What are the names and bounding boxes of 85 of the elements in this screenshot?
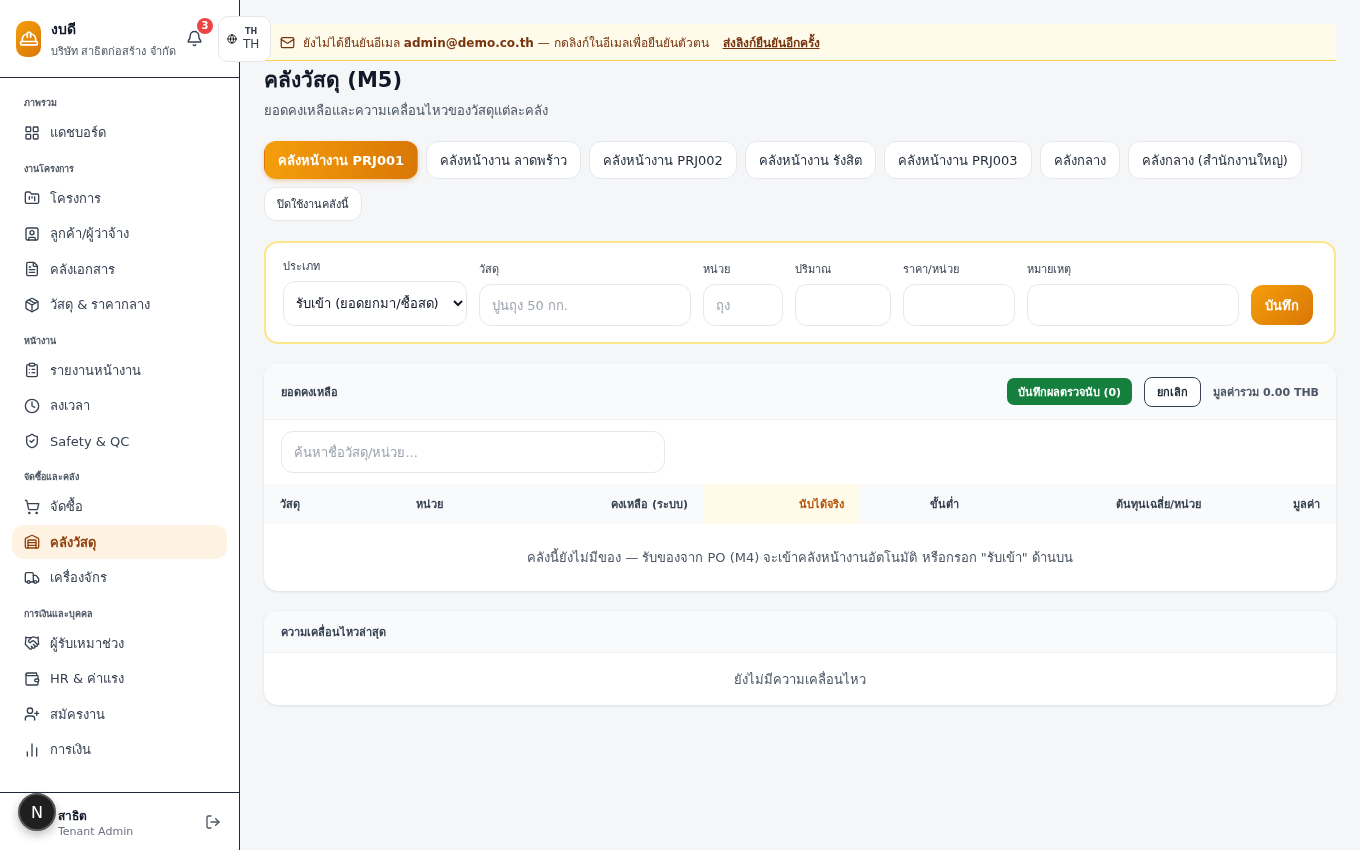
type-select[interactable]: รับเข้า (ยอดยกมา/ซื้อสด)	[283, 281, 467, 326]
clock-icon	[24, 397, 40, 414]
nav-item[interactable]: สมัครงาน	[12, 697, 227, 731]
empty-message: ยังไม่มีความเคลื่อนไหว	[734, 670, 866, 689]
clipboard-icon	[24, 362, 40, 378]
nav-section-title: งานโครงการ	[23, 162, 75, 176]
page-subtitle: ยอดคงเหลือและความเคลื่อนไหวของวัสดุแต่ละคลัง	[264, 101, 549, 121]
nav-item[interactable]: จัดซื้อ	[12, 489, 227, 524]
total-value: มูลค่ารวม 0.00 THB	[1213, 384, 1319, 401]
empty-message: คลังนี้ยังไม่มีของ — รับของจาก PO (M4) จะเข้าคลังหน้างานอัตโนมัติ หรือกรอก "รับเข้า" ด้านบน	[527, 547, 1073, 567]
warehouse-tab[interactable]: คลังกลาง (สำนักงานใหญ่)	[1127, 141, 1302, 179]
logout-icon	[205, 813, 221, 830]
card-title: ความเคลื่อนไหวล่าสุด	[281, 623, 387, 641]
bell-icon[interactable]	[186, 30, 203, 47]
nav-item[interactable]: เครื่องจักร	[12, 560, 227, 595]
nav-item[interactable]: ลูกค้า/ผู้ว่าจ้าง	[12, 216, 227, 251]
save-count-button[interactable]: บันทึกผลตรวจนับ (0)	[1006, 378, 1133, 405]
column-header: ขั้นต่ำ	[929, 495, 960, 513]
warehouse-tab[interactable]: คลังหน้างาน PRJ002	[589, 141, 737, 179]
handshake-icon	[24, 635, 40, 651]
nav-item[interactable]: คลังเอกสาร	[12, 252, 227, 286]
field-label: หน่วย	[703, 262, 731, 278]
field-label: หมายเหตุ	[1027, 262, 1072, 278]
cart-icon	[24, 498, 40, 515]
card-title: ยอดคงเหลือ	[281, 384, 339, 401]
document-icon	[24, 261, 40, 277]
column-header: ต้นทุนเฉลี่ย/หน่วย	[1114, 495, 1202, 513]
input-field[interactable]	[903, 284, 1015, 326]
shield-check-icon	[24, 433, 40, 449]
input-field[interactable]	[1027, 284, 1239, 326]
user-role: Tenant Admin	[58, 824, 135, 838]
contact-card-icon	[24, 225, 40, 242]
nav-item[interactable]: คลังวัสดุ	[12, 525, 227, 559]
user-plus-icon	[24, 706, 40, 722]
column-header: มูลค่า	[1292, 497, 1321, 514]
nav-item[interactable]: รายงานหน้างาน	[12, 353, 227, 387]
search-field[interactable]: ค้นหาชื่อวัสดุ/หน่วย...	[281, 431, 665, 473]
warehouse-tab[interactable]: คลังหน้างาน PRJ003	[884, 141, 1032, 179]
nav-item[interactable]: วัสดุ & ราคากลาง	[12, 287, 227, 322]
language-button[interactable]: TH TH	[218, 16, 271, 62]
column-header: คงเหลือ (ระบบ)	[610, 497, 689, 513]
field-label: ปริมาณ	[795, 262, 832, 278]
nav-item[interactable]: แดชบอร์ด	[12, 115, 227, 150]
warehouse-tab[interactable]: คลังหน้างาน รังสิต	[744, 141, 876, 179]
input-field[interactable]: ถุง	[703, 284, 783, 326]
truck-icon	[24, 569, 40, 586]
nav-section-title: การเงินและบุคคล	[23, 607, 94, 622]
field-label: ราคา/หน่วย	[903, 262, 960, 278]
nav-section-title: จัดซื้อและคลัง	[23, 469, 80, 484]
globe-icon	[227, 34, 237, 44]
notification-count: 3	[197, 17, 213, 34]
nav-item[interactable]: HR & ค่าแรง	[12, 661, 227, 696]
column-header: วัสดุ	[279, 497, 301, 513]
cancel-button[interactable]: ยกเลิก	[1144, 376, 1202, 407]
avatar[interactable]: N	[18, 793, 56, 831]
input-field[interactable]	[795, 284, 891, 326]
disable-warehouse-button[interactable]: ปิดใช้งานคลังนี้	[264, 187, 362, 221]
box-icon	[24, 296, 40, 313]
resend-link[interactable]: ส่งลิงก์ยืนยันอีกครั้ง	[722, 32, 820, 52]
nav-section-title: หน้างาน	[23, 334, 57, 348]
user-name: สาธิต	[58, 807, 88, 825]
column-header: นับได้จริง	[704, 484, 860, 524]
nav-item[interactable]: ผู้รับเหมาช่วง	[12, 626, 227, 660]
nav-item[interactable]: Safety & QC	[12, 424, 227, 458]
input-field[interactable]: ปูนถุง 50 กก.	[479, 284, 691, 326]
company-name: บริษัท สาธิตก่อสร้าง จำกัด	[51, 43, 176, 60]
field-label: วัสดุ	[479, 262, 500, 278]
hard-hat-logo	[16, 20, 41, 57]
column-header: หน่วย	[415, 497, 444, 513]
mail-icon	[280, 34, 295, 50]
page-title: คลังวัสดุ (M5)	[264, 67, 403, 95]
nav-item[interactable]: ลงเวลา	[12, 388, 227, 423]
folder-icon	[24, 190, 40, 206]
nav-section-title: ภาพรวม	[23, 97, 58, 110]
wallet-icon	[24, 670, 40, 687]
warehouse-tab[interactable]: คลังหน้างาน ลาดพร้าว	[426, 141, 582, 179]
nav-item[interactable]: การเงิน	[12, 732, 227, 767]
bar-chart-icon	[24, 741, 40, 758]
field-label: ประเภท	[283, 259, 321, 275]
brand-name: งบดี	[51, 19, 77, 39]
nav-item[interactable]: โครงการ	[12, 181, 227, 215]
warehouse-tab[interactable]: คลังกลาง	[1039, 141, 1120, 179]
warehouse-icon	[24, 534, 40, 550]
banner-message: ยังไม่ได้ยืนยันอีเมล admin@demo.co.th — กดลิงก์ในอีเมลเพื่อยืนยันตัวตน	[303, 33, 709, 52]
grid-icon	[24, 124, 40, 141]
